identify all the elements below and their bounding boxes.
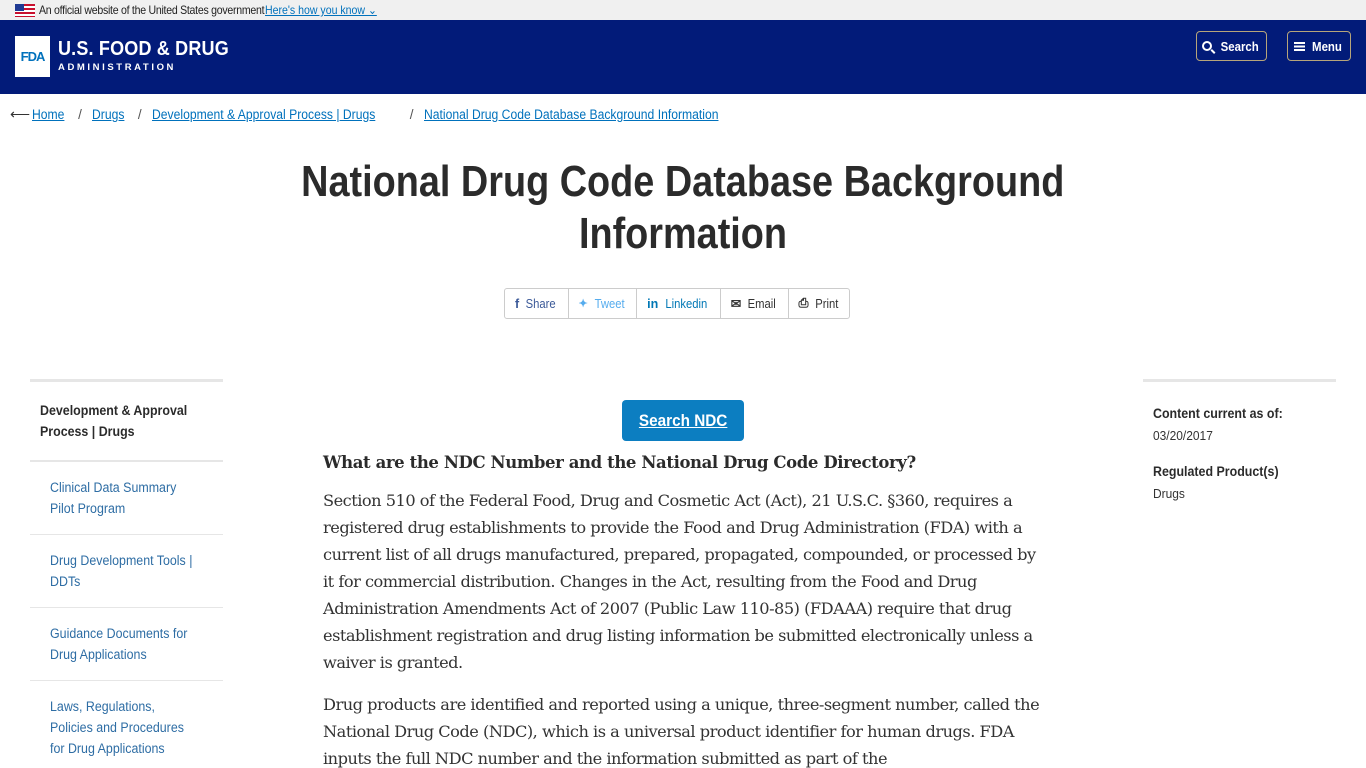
menu-button-label: Menu (1312, 38, 1342, 54)
section-heading: What are the NDC Number and the National… (323, 453, 916, 472)
sidebar-item-label: Laws, Regulations, Policies and Procedur… (50, 699, 184, 756)
back-arrow-icon: ⟵ (10, 106, 31, 122)
heres-how-you-know-link[interactable]: Here's how you know ⌄ (265, 3, 377, 17)
share-email-label: Email (747, 296, 776, 311)
breadcrumb-separator: / (137, 107, 142, 122)
us-flag-icon (15, 3, 35, 17)
search-ndc-button[interactable]: Search NDC (622, 400, 744, 441)
regulated-products-value: Drugs (1153, 486, 1185, 501)
main-content: Search NDC What are the NDC Number and t… (323, 400, 1048, 768)
content-current-date: 03/20/2017 (1153, 428, 1213, 443)
regulated-products-label: Regulated Product(s) (1153, 464, 1279, 479)
share-linkedin-button[interactable]: in Linkedin (637, 289, 721, 318)
site-header: FDA U.S. FOOD & DRUG ADMINISTRATION Sear… (0, 20, 1366, 94)
brand-title[interactable]: U.S. FOOD & DRUG (58, 38, 229, 61)
breadcrumb-current-page[interactable]: National Drug Code Database Background I… (424, 107, 718, 122)
breadcrumb-separator: / (409, 107, 414, 122)
search-icon (1201, 41, 1212, 51)
print-icon: ⎙ (798, 296, 809, 310)
share-email-button[interactable]: ✉ Email (721, 289, 789, 318)
breadcrumb-home[interactable]: Home (32, 107, 64, 122)
sidebar-nav: Development & Approval Process | Drugs C… (30, 379, 223, 768)
gov-banner: An official website of the United States… (0, 0, 1366, 20)
linkedin-icon: in (647, 296, 659, 311)
menu-button[interactable]: Menu (1287, 31, 1351, 61)
twitter-icon: ✦ (578, 298, 588, 310)
share-facebook-button[interactable]: f Share (505, 289, 569, 318)
search-button-label: Search (1220, 38, 1259, 54)
search-ndc-label: Search NDC (638, 410, 728, 430)
sidebar-heading[interactable]: Development & Approval Process | Drugs (30, 382, 223, 462)
paragraph: Drug products are identified and reporte… (323, 695, 1040, 768)
content-current-label: Content current as of: (1153, 406, 1283, 421)
sidebar-item-drug-development-tools[interactable]: Drug Development Tools | DDTs (30, 535, 223, 608)
sidebar-item-guidance-documents[interactable]: Guidance Documents for Drug Applications (30, 608, 223, 681)
breadcrumb: ⟵ Home / Drugs / Development & Approval … (10, 106, 751, 123)
facebook-icon: f (515, 296, 520, 311)
sidebar-item-label: Guidance Documents for Drug Applications (50, 626, 188, 662)
print-label: Print (814, 296, 838, 311)
print-button[interactable]: ⎙ Print (789, 289, 850, 318)
share-twitter-label: Tweet (594, 296, 625, 311)
breadcrumb-separator: / (78, 107, 82, 122)
share-toolbar: f Share ✦ Tweet in Linkedin ✉ Email ⎙ Pr… (504, 288, 851, 319)
page-title: National Drug Code Database Background I… (0, 156, 1366, 260)
share-linkedin-label: Linkedin (665, 296, 708, 311)
brand-subtitle: ADMINISTRATION (58, 62, 177, 73)
page-title-line-2: Information (578, 209, 788, 258)
sidebar-item-label: Drug Development Tools | DDTs (50, 553, 193, 589)
right-rail: Content current as of: 03/20/2017 Regula… (1143, 379, 1336, 542)
email-icon: ✉ (730, 297, 742, 311)
breadcrumb-development-approval[interactable]: Development & Approval Process | Drugs (152, 107, 375, 122)
page-title-line-1: National Drug Code Database Background (301, 157, 1065, 206)
paragraph: Section 510 of the Federal Food, Drug an… (323, 491, 1036, 672)
share-facebook-label: Share (525, 296, 556, 311)
share-twitter-button[interactable]: ✦ Tweet (569, 289, 638, 318)
sidebar-item-label: Clinical Data Summary Pilot Program (50, 480, 177, 516)
gov-banner-text: An official website of the United States… (39, 3, 265, 17)
sidebar-item-laws-regulations[interactable]: Laws, Regulations, Policies and Procedur… (30, 681, 223, 768)
sidebar-item-clinical-data-summary[interactable]: Clinical Data Summary Pilot Program (30, 462, 223, 535)
fda-logo[interactable]: FDA (15, 36, 50, 77)
hamburger-icon (1294, 41, 1306, 51)
breadcrumb-drugs[interactable]: Drugs (92, 107, 124, 122)
sidebar-heading-label: Development & Approval Process | Drugs (40, 403, 188, 439)
search-button[interactable]: Search (1196, 31, 1267, 61)
